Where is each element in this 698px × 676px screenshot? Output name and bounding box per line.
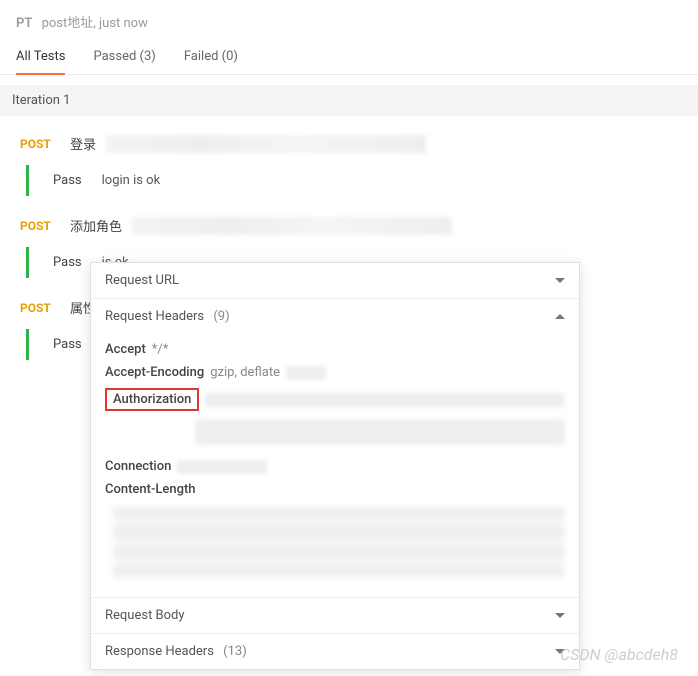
section-request-body: Request Body <box>91 597 579 633</box>
header-row-authorization: Authorization <box>105 384 565 415</box>
pass-label: Pass <box>53 173 82 188</box>
request-name: 添加角色 <box>70 216 122 235</box>
header-row-accept: Accept */* <box>105 338 565 361</box>
chevron-down-icon <box>555 278 565 283</box>
request-name: 登录 <box>70 134 96 153</box>
header-row-content-length: Content-Length <box>105 478 565 501</box>
pass-label: Pass <box>53 255 82 270</box>
section-header-request-headers[interactable]: Request Headers (9) <box>91 299 579 334</box>
run-subtitle: post地址, just now <box>42 16 148 31</box>
pass-label: Pass <box>53 337 82 352</box>
section-title: Response Headers (13) <box>105 644 247 659</box>
authorization-highlight: Authorization <box>105 388 199 411</box>
redacted-url <box>106 135 426 153</box>
test-result: Pass login is ok <box>26 165 682 196</box>
tabs-bar: All Tests Passed (3) Failed (0) <box>0 41 698 75</box>
redacted-value <box>205 393 565 407</box>
redacted-value <box>177 460 267 474</box>
header-key: Connection <box>105 459 171 474</box>
request-headers-body: Accept */* Accept-Encoding gzip, deflate… <box>91 334 579 597</box>
section-header-request-body[interactable]: Request Body <box>91 598 579 633</box>
redacted-value <box>286 366 326 380</box>
redacted-headers-block <box>113 507 565 577</box>
section-response-headers: Response Headers (13) <box>91 633 579 669</box>
header-row-accept-encoding: Accept-Encoding gzip, deflate <box>105 361 565 384</box>
test-message: login is ok <box>102 173 161 188</box>
header-count: (13) <box>223 644 247 659</box>
section-request-url: Request URL <box>91 263 579 298</box>
section-request-headers: Request Headers (9) Accept */* Accept-En… <box>91 298 579 597</box>
tab-passed[interactable]: Passed (3) <box>93 41 155 74</box>
section-title: Request Headers (9) <box>105 309 230 324</box>
tab-failed[interactable]: Failed (0) <box>184 41 238 74</box>
tab-all-tests[interactable]: All Tests <box>16 41 65 74</box>
section-header-request-url[interactable]: Request URL <box>91 263 579 298</box>
chevron-down-icon <box>555 649 565 654</box>
method-badge: POST <box>20 137 60 151</box>
chevron-up-icon <box>555 314 565 319</box>
section-header-response-headers[interactable]: Response Headers (13) <box>91 634 579 669</box>
header-value: */* <box>152 342 169 357</box>
method-badge: POST <box>20 219 60 233</box>
request-row[interactable]: POST 登录 <box>16 126 682 161</box>
chevron-down-icon <box>555 613 565 618</box>
request-item: POST 登录 Pass login is ok <box>16 126 682 196</box>
header-value: gzip, deflate <box>210 365 280 380</box>
header-key: Accept <box>105 342 146 357</box>
header-key: Accept-Encoding <box>105 365 204 380</box>
request-row[interactable]: POST 添加角色 <box>16 208 682 243</box>
redacted-url <box>132 217 452 235</box>
redacted-value <box>195 419 565 445</box>
section-title: Request URL <box>105 273 179 288</box>
section-title: Request Body <box>105 608 185 623</box>
run-prefix: PT <box>16 16 32 31</box>
details-panel: Request URL Request Headers (9) Accept *… <box>90 262 580 670</box>
header-count: (9) <box>213 309 229 324</box>
iteration-header[interactable]: Iteration 1 <box>0 85 698 116</box>
header-key: Content-Length <box>105 482 196 497</box>
header-key: Authorization <box>113 392 191 407</box>
method-badge: POST <box>20 301 60 315</box>
header-row-connection: Connection <box>105 455 565 478</box>
run-header: PT post地址, just now <box>0 0 698 41</box>
